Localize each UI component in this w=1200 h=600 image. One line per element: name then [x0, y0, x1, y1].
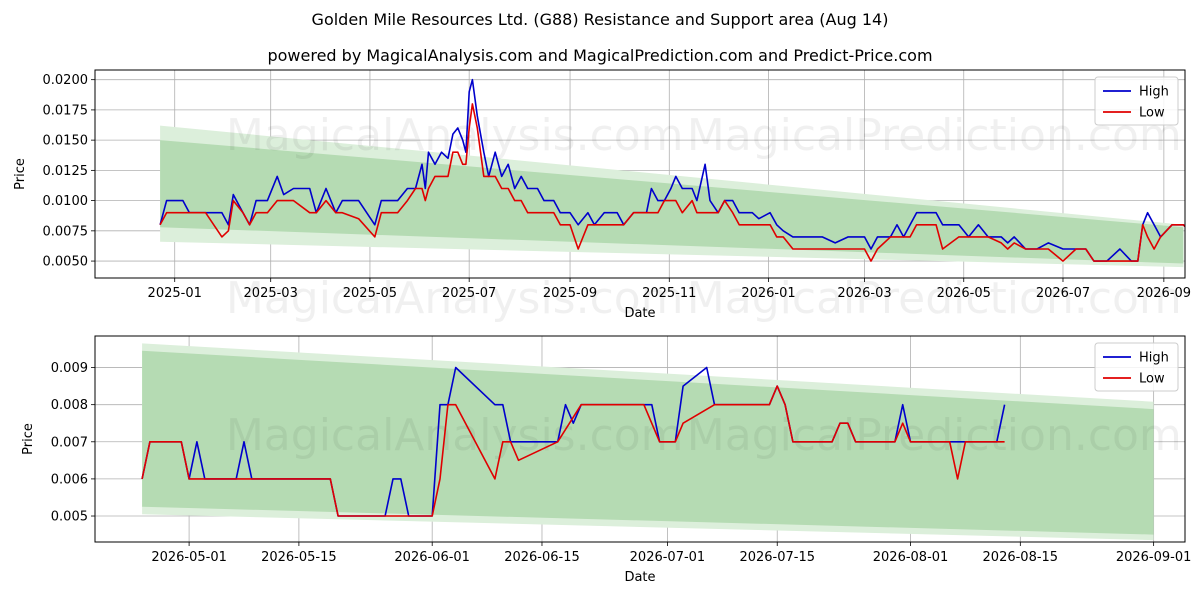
- x-tick-label: 2025-11: [642, 286, 696, 301]
- y-axis-label: Price: [21, 423, 36, 455]
- x-tick-label: 2025-05: [343, 286, 397, 301]
- legend-label-low: Low: [1139, 106, 1165, 121]
- x-tick-label: 2026-05-01: [151, 550, 227, 565]
- chart-panel-1: MagicalAnalysis.com MagicalPrediction.com…: [13, 69, 1191, 324]
- watermark-text: MagicalAnalysis.com: [226, 410, 684, 461]
- x-tick-label: 2025-03: [244, 286, 298, 301]
- x-tick-label: 2026-05: [937, 286, 991, 301]
- legend: High Low: [1094, 76, 1179, 126]
- x-tick-label: 2026-06-15: [504, 550, 580, 565]
- x-tick-label: 2025-09: [543, 286, 597, 301]
- x-tick-label: 2026-05-15: [261, 550, 337, 565]
- x-tick-label: 2026-06-01: [394, 550, 470, 565]
- legend: High Low: [1094, 342, 1179, 392]
- x-axis-label: Date: [624, 570, 655, 585]
- y-tick-label: 0.009: [51, 361, 88, 376]
- x-tick-label: 2026-09-01: [1116, 550, 1192, 565]
- x-tick-label: 2026-09: [1137, 286, 1191, 301]
- legend-label-high: High: [1139, 85, 1169, 100]
- y-tick-label: 0.007: [51, 435, 88, 450]
- y-tick-label: 0.0200: [43, 73, 89, 88]
- y-tick-label: 0.005: [51, 510, 88, 525]
- chart-panel-2: MagicalAnalysis.com MagicalPrediction.com…: [21, 335, 1192, 585]
- y-tick-label: 0.006: [51, 472, 88, 487]
- x-tick-label: 2025-07: [442, 286, 496, 301]
- x-tick-label: 2026-07-15: [739, 550, 815, 565]
- x-tick-label: 2026-03: [837, 286, 891, 301]
- y-tick-label: 0.0100: [43, 194, 89, 209]
- x-axis-label: Date: [624, 306, 655, 321]
- x-tick-label: 2026-08-15: [983, 550, 1059, 565]
- x-tick-label: 2026-08-01: [873, 550, 949, 565]
- watermark-text: MagicalPrediction.com: [687, 410, 1182, 461]
- x-tick-label: 2025-01: [148, 286, 202, 301]
- x-tick-label: 2026-07-01: [630, 550, 706, 565]
- x-tick-label: 2026-07: [1036, 286, 1090, 301]
- legend-label-low: Low: [1139, 372, 1165, 387]
- y-tick-label: 0.008: [51, 398, 88, 413]
- y-axis-label: Price: [13, 158, 28, 190]
- y-tick-label: 0.0175: [43, 103, 89, 118]
- chart-canvas: MagicalAnalysis.com MagicalPrediction.com…: [13, 69, 1192, 585]
- y-tick-label: 0.0125: [43, 164, 89, 179]
- x-tick-label: 2026-01: [741, 286, 795, 301]
- y-tick-label: 0.0075: [43, 224, 89, 239]
- watermark-text: MagicalAnalysis.com: [226, 110, 684, 161]
- y-tick-label: 0.0150: [43, 134, 89, 149]
- legend-label-high: High: [1139, 351, 1169, 366]
- y-tick-label: 0.0050: [43, 255, 89, 270]
